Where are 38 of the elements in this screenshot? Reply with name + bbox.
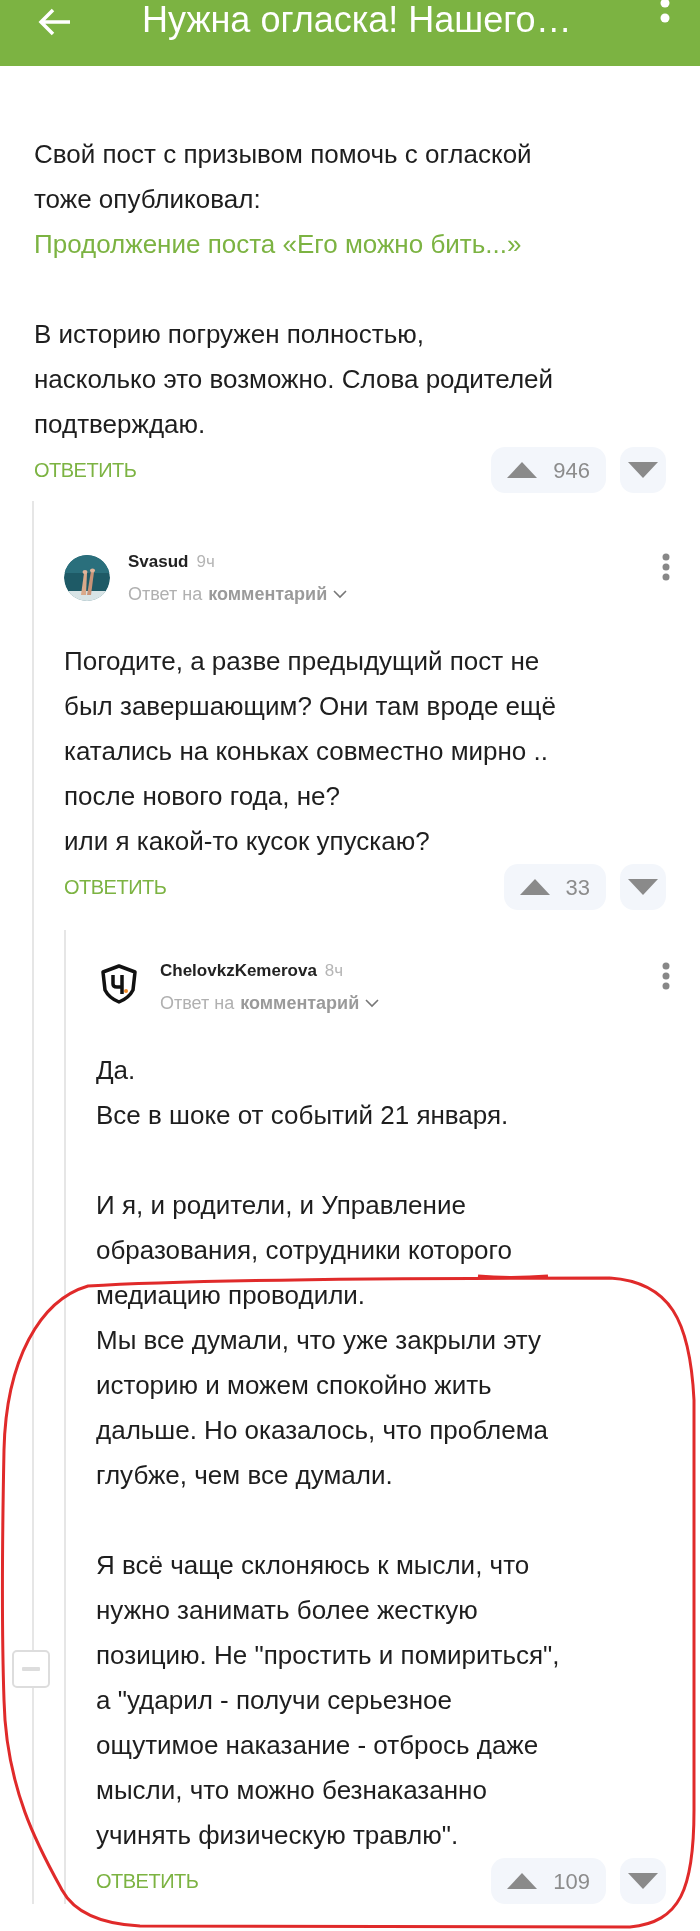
reply-button[interactable]: ОТВЕТИТЬ bbox=[64, 872, 167, 902]
back-arrow-icon[interactable] bbox=[38, 8, 72, 36]
downvote-button[interactable] bbox=[620, 447, 666, 493]
upvote-icon[interactable] bbox=[519, 879, 550, 895]
post-text: Свой пост с призывом помочь с оглаской тоже опубликовал: bbox=[34, 138, 533, 216]
comment-text: Да. Все в шоке от событий 21 января. bbox=[96, 1054, 510, 1132]
reply-to-text: Ответ на bbox=[128, 582, 203, 606]
reply-to-link[interactable]: комментарий bbox=[208, 580, 328, 608]
shield-icon bbox=[101, 964, 137, 1004]
more-icon[interactable] bbox=[662, 962, 670, 990]
chevron-down-icon[interactable] bbox=[365, 998, 380, 1008]
reply-to-link[interactable]: комментарий bbox=[240, 989, 360, 1017]
downvote-button[interactable] bbox=[620, 864, 666, 910]
upvote-icon[interactable] bbox=[507, 1873, 538, 1889]
comment-text: И я, и родители, и Управление образования, сотрудники которого медиацию проводили. Мы все думали, что уже закрыли эту историю и можем спокойно жить дальше. Но оказалось, что проблема глубже, чем все думали. bbox=[96, 1189, 549, 1492]
comment-time: 9ч bbox=[196, 551, 215, 573]
more-icon[interactable] bbox=[662, 553, 670, 581]
downvote-icon bbox=[628, 1873, 658, 1889]
downvote-icon bbox=[628, 462, 658, 478]
comment-time: 8ч bbox=[324, 960, 344, 982]
vote-count: 33 bbox=[565, 873, 590, 902]
post-link[interactable]: Продолжение поста «Его можно бить...» bbox=[34, 222, 666, 267]
reply-to-text: Ответ на bbox=[160, 991, 235, 1015]
reply-button[interactable]: ОТВЕТИТЬ bbox=[96, 1866, 199, 1896]
author-name[interactable]: Svasud bbox=[128, 549, 189, 575]
author-name[interactable]: ChelovkzKemerova bbox=[160, 958, 317, 984]
chevron-down-icon[interactable] bbox=[333, 589, 348, 599]
upvote-icon[interactable] bbox=[507, 462, 538, 478]
page-title: Нужна огласка! Нашего… bbox=[142, 0, 572, 42]
vote-count: 946 bbox=[553, 456, 590, 485]
vote-count: 109 bbox=[553, 1867, 590, 1896]
comment-text: Погодите, а разве предыдущий пост не был завершающим? Они там вроде ещё катались на коньках совместно мирно .. после нового года, не? или я какой-то кусок упускаю? bbox=[64, 645, 557, 858]
downvote-button[interactable] bbox=[620, 1858, 666, 1904]
reply-button[interactable]: ОТВЕТИТЬ bbox=[34, 455, 137, 485]
downvote-icon bbox=[628, 879, 658, 895]
minus-icon bbox=[22, 1667, 40, 1671]
comment-text: Я всё чаще склоняюсь к мысли, что нужно занимать более жесткую позицию. Не "простить и помириться", а "ударил - получи серьезное ощутимое наказание - отбрось даже мысли, что можно безнаказанно учинять физическую травлю". bbox=[96, 1549, 561, 1852]
post-text: В историю погружен полностью, насколько это возможно. Слова родителей подтверждаю. bbox=[34, 318, 555, 441]
